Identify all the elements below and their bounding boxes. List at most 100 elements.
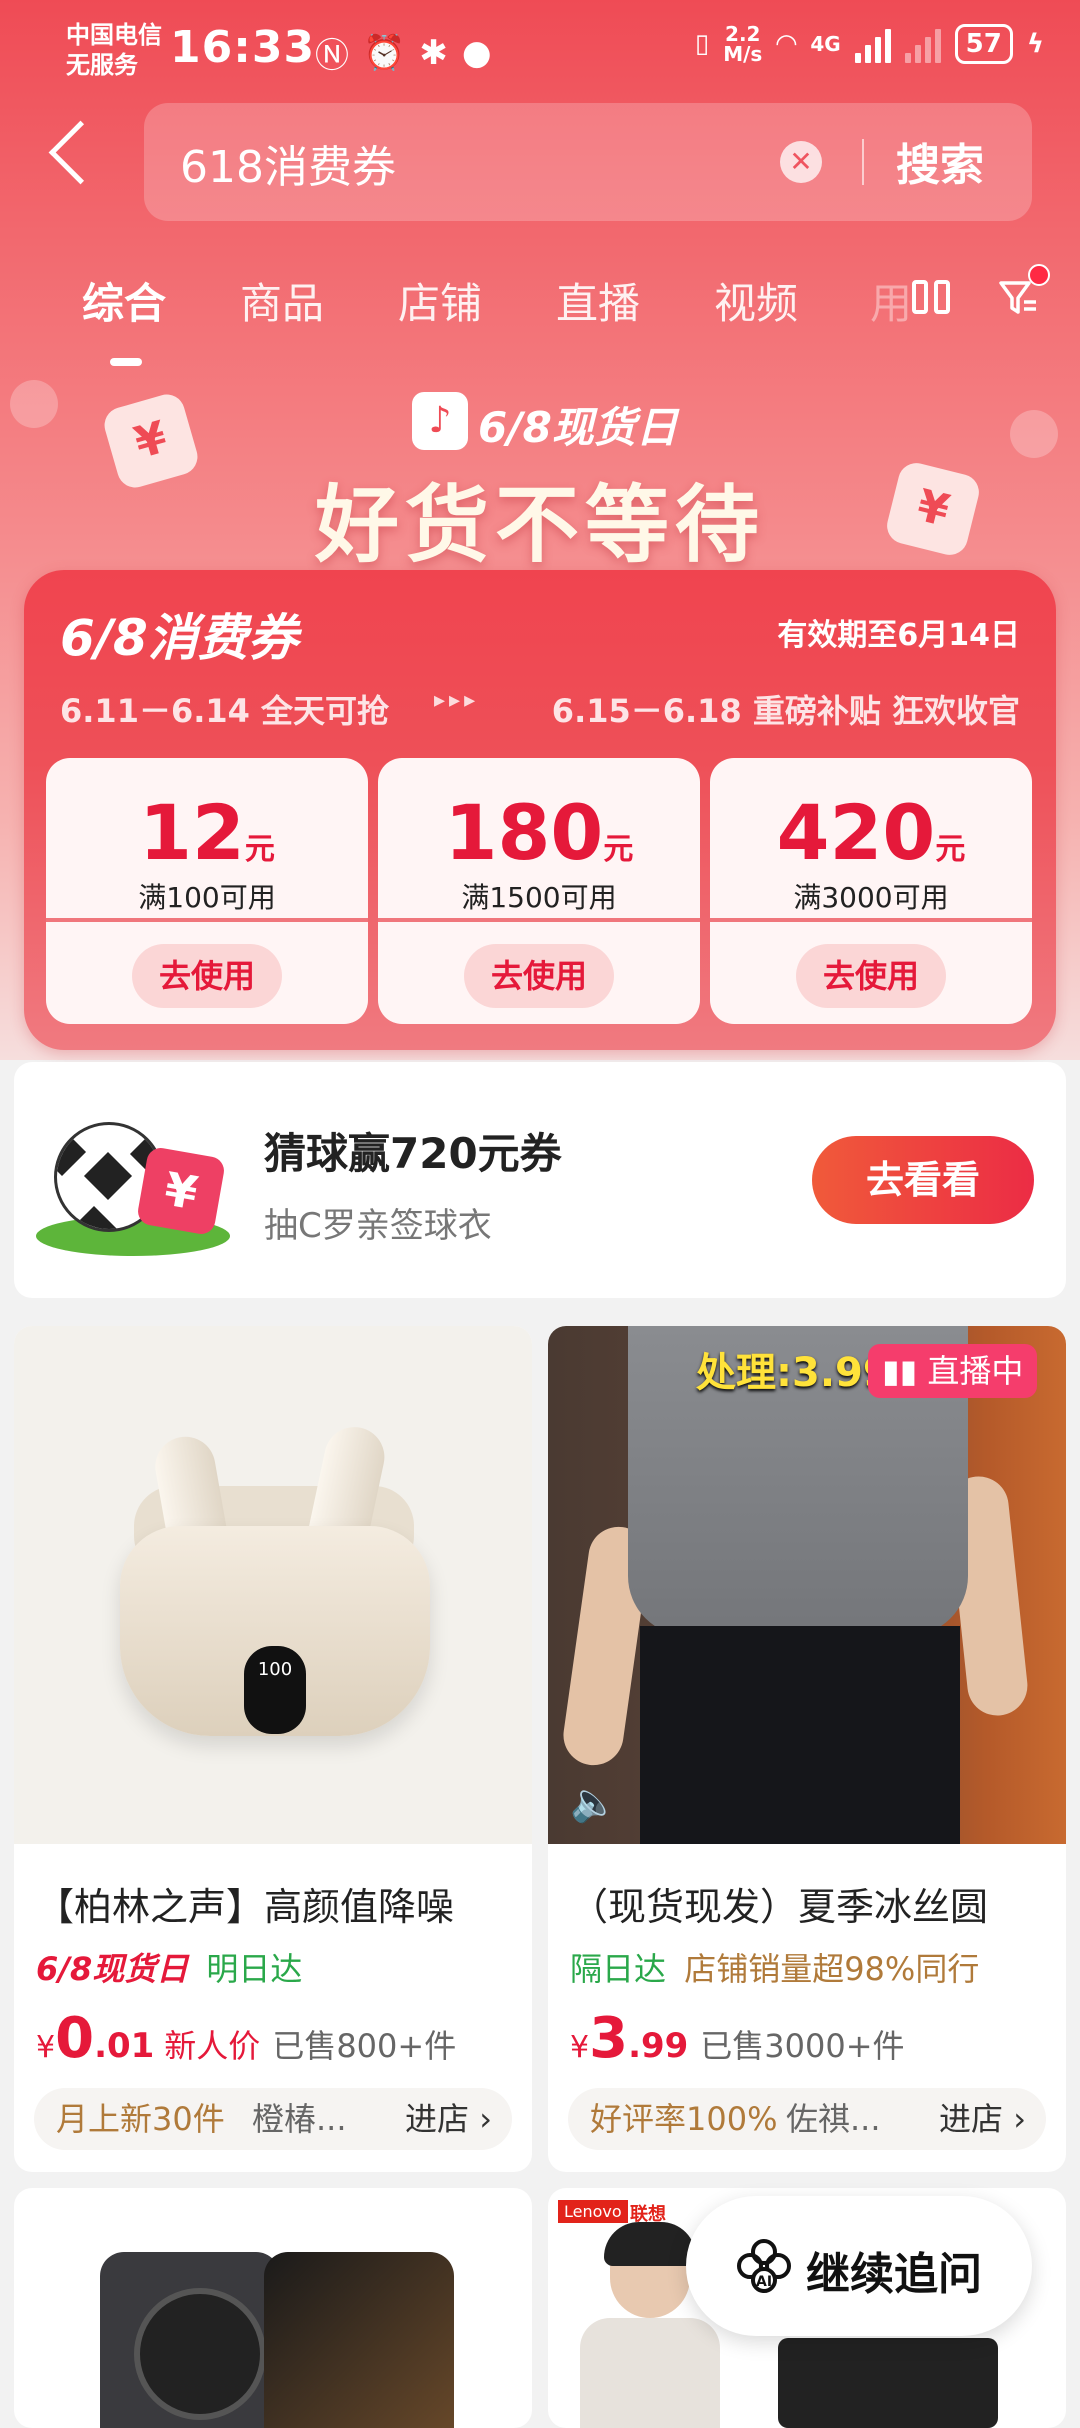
charging-icon: ϟ xyxy=(1026,29,1044,59)
shop-highlight: 月上新30件 xyxy=(56,2100,225,2138)
enter-shop-link[interactable]: 进店 › xyxy=(939,2088,1026,2150)
product-name: （现货现发）夏季冰丝圆 xyxy=(570,1885,989,1929)
coupon-divider xyxy=(710,918,1032,922)
coupon-card: 180元 满1500可用 去使用 xyxy=(378,758,700,1024)
wifi-icon: ◠ xyxy=(776,29,797,59)
coupon-panel: 6/8消费券 有效期至6月14日 6.11－6.14 全天可抢 ▸▸▸ 6.15… xyxy=(24,570,1056,1050)
search-divider xyxy=(862,139,864,185)
live-bars-icon: ▮▮ xyxy=(882,1352,928,1390)
product-card[interactable]: 100 【柏林之声】高颜值降噪 6/8现货日 明日达 ¥0.01 新人价 已售800… xyxy=(14,1326,532,2172)
price-row: ¥3.99 已售3000+件 xyxy=(570,2006,905,2071)
shop-bar[interactable]: 月上新30件 橙椿... 进店 › xyxy=(34,2088,512,2150)
product-tags: 隔日达 店铺销量超98%同行 xyxy=(570,1944,979,1990)
product-card[interactable]: 处理:3.99 ▮▮ 直播中 🔈 （现货现发）夏季冰丝圆 隔日达 店铺销量超98… xyxy=(548,1326,1066,2172)
coupon-period-2: 6.15－6.18 重磅补贴 狂欢收官 xyxy=(551,692,1020,730)
coupon-amount: 12元 xyxy=(46,788,368,877)
product-image[interactable]: 处理:3.99 ▮▮ 直播中 🔈 xyxy=(548,1326,1066,1844)
price-note: 新人价 xyxy=(164,2027,261,2065)
search-input[interactable]: 618消费券 xyxy=(180,131,396,195)
coupon-card: 420元 满3000可用 去使用 xyxy=(710,758,1032,1024)
phone-front-image xyxy=(264,2252,454,2428)
pants xyxy=(640,1626,960,1844)
tab-videos[interactable]: 视频 xyxy=(714,270,798,331)
coupon-amount-unit: 元 xyxy=(935,832,966,867)
nfc-icon: Ⓝ xyxy=(315,36,349,76)
enter-shop-link[interactable]: 进店 › xyxy=(405,2088,492,2150)
tag-delivery: 明日达 xyxy=(206,1950,303,1988)
coupon-amount-value: 180 xyxy=(444,788,604,877)
coupon-validity: 有效期至6月14日 xyxy=(777,618,1020,653)
coupon-amount: 180元 xyxy=(378,788,700,877)
filter-notification-dot xyxy=(1028,264,1050,286)
use-coupon-button[interactable]: 去使用 xyxy=(132,944,282,1008)
sold-count: 已售3000+件 xyxy=(700,2027,905,2065)
coupon-card: 12元 满100可用 去使用 xyxy=(46,758,368,1024)
product-card[interactable] xyxy=(14,2188,532,2428)
use-coupon-button[interactable]: 去使用 xyxy=(464,944,614,1008)
tab-comprehensive[interactable]: 综合 xyxy=(82,270,166,331)
decor-flower-icon xyxy=(1010,410,1058,458)
search-button[interactable]: 搜索 xyxy=(896,129,984,193)
shop-name: 佐祺... xyxy=(786,2100,881,2138)
price-decimal: .01 xyxy=(94,2026,155,2066)
speed-unit: M/s xyxy=(723,42,763,66)
shop-highlight: 好评率100% xyxy=(590,2100,778,2138)
promo-subtitle: 抽C罗亲签球衣 xyxy=(264,1206,492,1246)
coupon-divider xyxy=(378,918,700,922)
signal-icon-secondary xyxy=(904,25,941,63)
svg-text:AI: AI xyxy=(756,2274,772,2290)
tab-live[interactable]: 直播 xyxy=(556,270,640,331)
tab-overflow[interactable]: 用 xyxy=(870,270,912,331)
network-type: 4G xyxy=(810,32,841,56)
currency-symbol: ¥ xyxy=(36,2030,56,2065)
live-badge: ▮▮ 直播中 xyxy=(868,1344,1038,1398)
clear-icon[interactable]: ✕ xyxy=(780,141,822,183)
coupon-divider xyxy=(46,918,368,922)
layout-toggle-icon[interactable] xyxy=(912,280,950,314)
use-coupon-button[interactable]: 去使用 xyxy=(796,944,946,1008)
go-see-button[interactable]: 去看看 xyxy=(812,1136,1034,1224)
speaker-icon[interactable]: 🔈 xyxy=(570,1780,617,1825)
tab-shops[interactable]: 店铺 xyxy=(398,270,482,331)
signal-icon xyxy=(854,25,891,63)
coupon-panel-title: 6/8消费券 xyxy=(60,609,298,667)
tab-products[interactable]: 商品 xyxy=(240,270,324,331)
location-icon: ● xyxy=(461,32,492,73)
tag-shop-sales: 店铺销量超98%同行 xyxy=(684,1950,980,1988)
follow-up-button[interactable]: AI 继续追问 xyxy=(686,2196,1032,2336)
coupon-amount-unit: 元 xyxy=(603,832,634,867)
carrier-info: 中国电信 无服务 xyxy=(66,20,162,80)
alarm-icon: ⏰ xyxy=(363,32,406,73)
coupon-amount-value: 12 xyxy=(139,788,245,877)
coupon-amount-unit: 元 xyxy=(244,832,275,867)
price-decimal: .99 xyxy=(628,2026,689,2066)
currency-symbol: ¥ xyxy=(570,2030,590,2065)
battery-level: 57 xyxy=(965,29,1002,59)
search-box[interactable]: 618消费券 ✕ 搜索 xyxy=(144,103,1032,221)
bluetooth-icon: ✱ xyxy=(419,32,448,73)
promo-card[interactable]: ¥ 猜球赢720元券 抽C罗亲签球衣 去看看 xyxy=(14,1062,1066,1298)
camera-module xyxy=(134,2288,266,2420)
clock: 16:33 xyxy=(170,22,316,73)
status-icons-left: Ⓝ ⏰ ✱ ● xyxy=(315,28,492,77)
carrier-service: 无服务 xyxy=(66,51,138,79)
coupon-condition: 满100可用 xyxy=(138,881,276,914)
active-tab-indicator xyxy=(110,358,142,366)
banner-subtitle: 6/8现货日 xyxy=(478,403,678,452)
overlay-price: 处理:3.99 xyxy=(696,1350,891,1396)
status-bar: 中国电信 无服务 16:33 Ⓝ ⏰ ✱ ● ▯ 2.2 M/s ◠ 4G 57… xyxy=(0,0,1080,100)
coupon-condition: 满1500可用 xyxy=(461,881,617,914)
status-icons-right: ▯ 2.2 M/s ◠ 4G 57 ϟ xyxy=(695,24,1044,64)
ai-flower-icon: AI xyxy=(737,2239,791,2293)
product-name: 【柏林之声】高颜值降噪 xyxy=(36,1885,455,1929)
promo-title: 猜球赢720元券 xyxy=(264,1129,562,1178)
laptop-image xyxy=(778,2338,998,2428)
price-integer: 3 xyxy=(589,2006,629,2071)
decor-flower-icon xyxy=(10,380,58,428)
price-row: ¥0.01 新人价 已售800+件 xyxy=(36,2006,456,2071)
sold-count: 已售800+件 xyxy=(272,2027,457,2065)
network-speed: 2.2 M/s xyxy=(723,24,762,64)
product-image[interactable]: 100 xyxy=(14,1326,532,1844)
shop-bar[interactable]: 好评率100% 佐祺... 进店 › xyxy=(568,2088,1046,2150)
case-battery-display: 100 xyxy=(244,1646,306,1734)
